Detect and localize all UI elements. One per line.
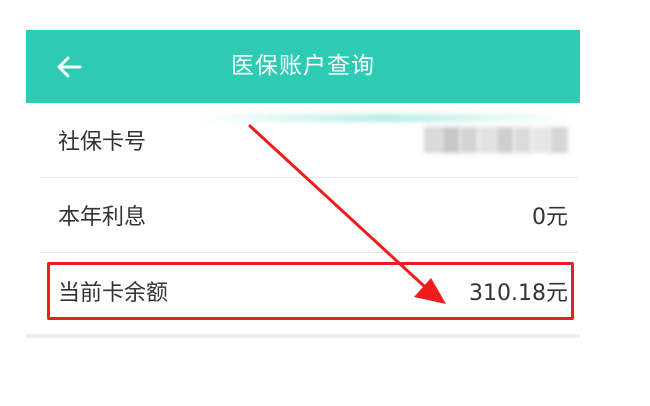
annual-interest-value: 0元 [532, 205, 568, 230]
arrow-left-icon[interactable] [54, 52, 84, 82]
account-info-list: 社保卡号 本年利息 0元 当前卡余额 310.18元 [26, 103, 580, 338]
card-number-blurred-value [424, 127, 578, 153]
card-number-label: 社保卡号 [58, 130, 147, 155]
bottom-divider [26, 334, 580, 338]
header-reflection-streak [200, 114, 570, 122]
app-screen: 医保账户查询 社保卡号 本年利息 0元 当前卡余额 310.18元 [26, 30, 580, 338]
page-title: 医保账户查询 [231, 53, 375, 79]
screenshot-stage: 医保账户查询 社保卡号 本年利息 0元 当前卡余额 310.18元 [0, 0, 650, 406]
top-bar: 医保账户查询 [26, 30, 580, 103]
current-balance-row[interactable]: 当前卡余额 310.18元 [40, 253, 578, 328]
annual-interest-row[interactable]: 本年利息 0元 [40, 178, 578, 253]
current-balance-value: 310.18元 [469, 280, 568, 306]
annual-interest-label: 本年利息 [58, 205, 147, 230]
current-balance-label: 当前卡余额 [58, 280, 169, 306]
